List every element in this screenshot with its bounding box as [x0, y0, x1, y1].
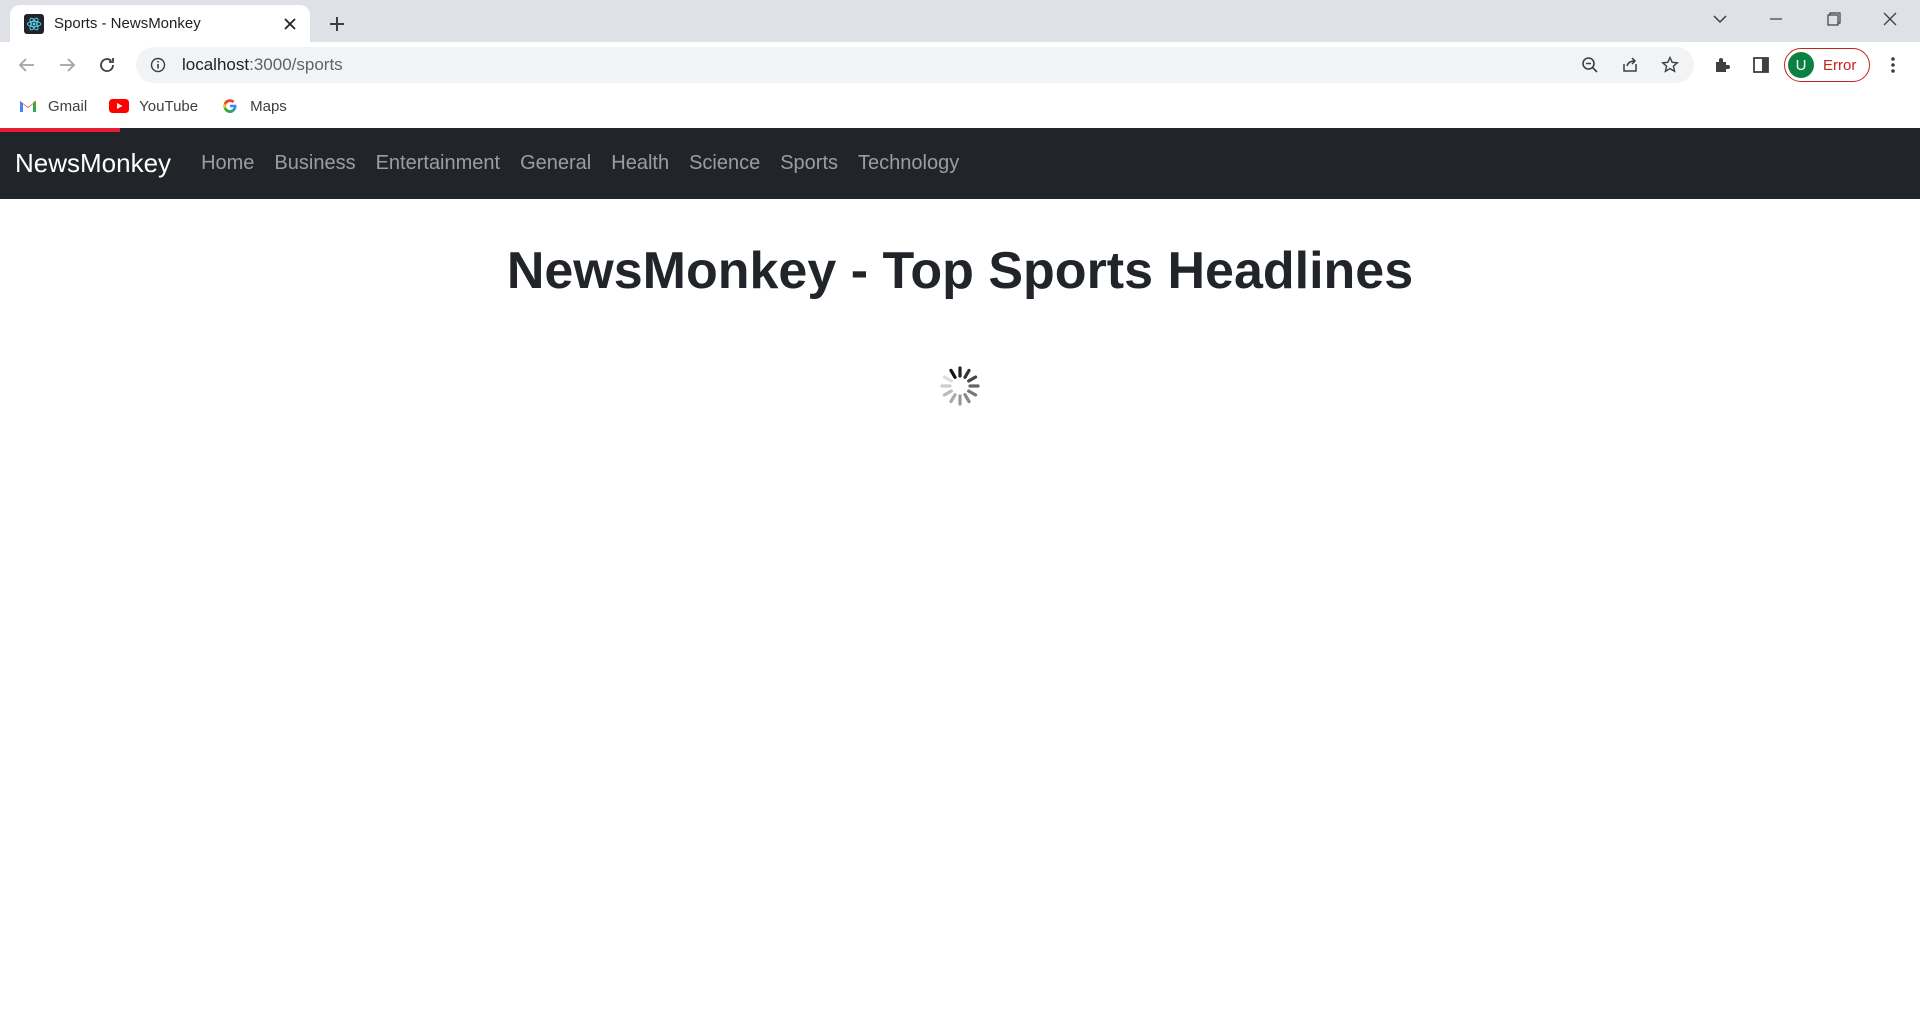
close-window-icon[interactable] — [1862, 0, 1918, 38]
close-tab-icon[interactable] — [278, 12, 302, 36]
nav-link-entertainment[interactable]: Entertainment — [376, 152, 501, 175]
nav-link-science[interactable]: Science — [689, 152, 760, 175]
extensions-icon[interactable] — [1706, 49, 1738, 81]
forward-arrow-icon[interactable] — [51, 49, 83, 81]
nav-link-health[interactable]: Health — [611, 152, 669, 175]
bookmark-maps[interactable]: Maps — [220, 96, 287, 116]
nav-link-business[interactable]: Business — [274, 152, 355, 175]
browser-toolbar: localhost:3000/sports U Error — [0, 42, 1920, 88]
zoom-out-icon[interactable] — [1576, 51, 1604, 79]
bookmark-youtube[interactable]: YouTube — [109, 96, 198, 116]
bookmark-label: YouTube — [139, 97, 199, 115]
browser-tab[interactable]: Sports - NewsMonkey — [10, 5, 310, 42]
bookmark-label: Gmail — [48, 97, 88, 115]
reload-icon[interactable] — [91, 49, 123, 81]
side-panel-icon[interactable] — [1745, 49, 1777, 81]
address-bar[interactable]: localhost:3000/sports — [136, 47, 1694, 83]
nav-link-home[interactable]: Home — [201, 152, 254, 175]
bookmark-star-icon[interactable] — [1656, 51, 1684, 79]
bookmark-gmail[interactable]: Gmail — [18, 96, 87, 116]
nav-link-general[interactable]: General — [520, 152, 591, 175]
bookmarks-bar: Gmail YouTube Maps — [0, 88, 1920, 124]
profile-button[interactable]: U Error — [1784, 48, 1870, 82]
bookmark-label: Maps — [250, 97, 287, 115]
more-menu-icon[interactable] — [1877, 49, 1909, 81]
page-content: NewsMonkey Home Business Entertainment G… — [0, 128, 1920, 1017]
tab-title: Sports - NewsMonkey — [54, 15, 201, 32]
page-title: NewsMonkey - Top Sports Headlines — [506, 242, 1414, 300]
avatar: U — [1788, 52, 1814, 78]
loading-spinner-icon — [939, 365, 981, 407]
react-icon — [24, 13, 44, 34]
minimize-icon[interactable] — [1748, 0, 1804, 38]
new-tab-button[interactable] — [322, 9, 352, 39]
navbar: NewsMonkey Home Business Entertainment G… — [0, 128, 1920, 199]
site-info-icon[interactable] — [148, 55, 168, 75]
url-host: localhost — [182, 55, 250, 74]
nav-link-sports[interactable]: Sports — [780, 152, 838, 175]
back-arrow-icon[interactable] — [11, 49, 43, 81]
youtube-icon — [109, 96, 130, 116]
gmail-icon — [18, 96, 38, 116]
top-loading-bar — [0, 128, 120, 132]
url-path: :3000/sports — [249, 55, 343, 74]
navbar-brand[interactable]: NewsMonkey — [15, 148, 171, 179]
profile-status: Error — [1823, 56, 1857, 74]
url-text: localhost:3000/sports — [182, 55, 343, 75]
google-icon — [220, 96, 240, 116]
tab-search-icon[interactable] — [1692, 0, 1748, 38]
share-icon[interactable] — [1616, 51, 1644, 79]
nav-link-technology[interactable]: Technology — [858, 152, 959, 175]
restore-icon[interactable] — [1806, 0, 1862, 38]
browser-tabstrip: Sports - NewsMonkey — [0, 0, 1920, 42]
